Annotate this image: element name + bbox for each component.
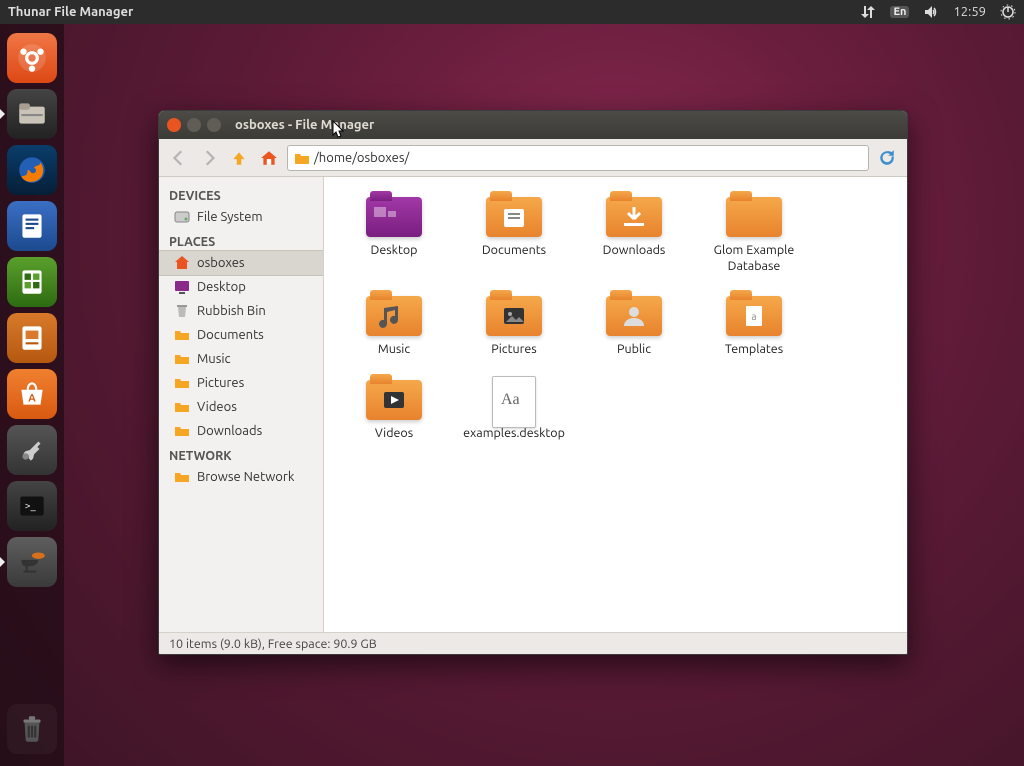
- sidebar-item-label: Videos: [197, 400, 237, 414]
- file-item[interactable]: a Templates: [694, 292, 814, 358]
- sidebar-item-label: Documents: [197, 328, 264, 342]
- launcher-firefox[interactable]: [7, 145, 57, 195]
- sidebar-item-label: osboxes: [197, 256, 245, 270]
- folder-icon: [173, 350, 191, 368]
- file-label: Desktop: [334, 243, 454, 259]
- file-item[interactable]: Downloads: [574, 193, 694, 274]
- file-manager-window: osboxes - File Manager /home/osboxes/ DE…: [158, 110, 908, 655]
- file-item[interactable]: Documents: [454, 193, 574, 274]
- sidebar-item-trash[interactable]: Rubbish Bin: [159, 299, 323, 323]
- sidebar-item-label: Music: [197, 352, 231, 366]
- sidebar-item-label: File System: [197, 210, 263, 224]
- sidebar-item-videos[interactable]: Videos: [159, 395, 323, 419]
- svg-text:A: A: [28, 392, 36, 404]
- sidebar-item-label: Rubbish Bin: [197, 304, 266, 318]
- sidebar-header-devices: DEVICES: [159, 183, 323, 205]
- launcher-anvil-tool[interactable]: [7, 537, 57, 587]
- sidebar-item-label: Downloads: [197, 424, 262, 438]
- folder-icon: [294, 150, 310, 166]
- file-label: examples.desktop: [454, 426, 574, 442]
- launcher-terminal[interactable]: >_: [7, 481, 57, 531]
- network-indicator-icon[interactable]: [860, 4, 876, 20]
- file-item[interactable]: Music: [334, 292, 454, 358]
- sidebar-item-label: Desktop: [197, 280, 246, 294]
- window-titlebar[interactable]: osboxes - File Manager: [159, 111, 907, 139]
- statusbar: 10 items (9.0 kB), Free space: 90.9 GB: [159, 632, 907, 654]
- file-label: Music: [334, 342, 454, 358]
- launcher-files[interactable]: [7, 89, 57, 139]
- sidebar-header-places: PLACES: [159, 229, 323, 251]
- drive-icon: [173, 208, 191, 226]
- sidebar-item-home[interactable]: osboxes: [159, 250, 323, 276]
- sidebar-item-downloads[interactable]: Downloads: [159, 419, 323, 443]
- window-minimize-button[interactable]: [187, 118, 201, 132]
- sidebar-header-network: NETWORK: [159, 443, 323, 465]
- folder-icon: [173, 468, 191, 486]
- file-item[interactable]: Public: [574, 292, 694, 358]
- location-bar[interactable]: /home/osboxes/: [287, 145, 869, 171]
- folder-icon: [173, 326, 191, 344]
- launcher-writer[interactable]: [7, 201, 57, 251]
- file-label: Glom Example Database: [694, 243, 814, 274]
- nav-up-button[interactable]: [227, 146, 251, 170]
- svg-text:>_: >_: [25, 500, 37, 512]
- sidebar: DEVICES File System PLACES osboxes Deskt…: [159, 177, 324, 632]
- launcher-impress[interactable]: [7, 313, 57, 363]
- nav-home-button[interactable]: [257, 146, 281, 170]
- launcher-trash[interactable]: [7, 704, 57, 754]
- file-label: Templates: [694, 342, 814, 358]
- file-view[interactable]: DesktopDocumentsDownloadsGlom Example Da…: [324, 177, 907, 632]
- window-title: osboxes - File Manager: [235, 118, 374, 132]
- home-icon: [173, 254, 191, 272]
- file-item[interactable]: Glom Example Database: [694, 193, 814, 274]
- window-close-button[interactable]: [167, 118, 181, 132]
- folder-icon: [173, 422, 191, 440]
- sidebar-item-filesystem[interactable]: File System: [159, 205, 323, 229]
- clock[interactable]: 12:59: [953, 5, 986, 19]
- sidebar-item-documents[interactable]: Documents: [159, 323, 323, 347]
- svg-text:a: a: [751, 311, 756, 322]
- active-app-title: Thunar File Manager: [8, 5, 133, 19]
- sidebar-item-pictures[interactable]: Pictures: [159, 371, 323, 395]
- sidebar-item-label: Browse Network: [197, 470, 294, 484]
- reload-button[interactable]: [875, 146, 899, 170]
- sidebar-item-desktop[interactable]: Desktop: [159, 275, 323, 299]
- sidebar-item-music[interactable]: Music: [159, 347, 323, 371]
- file-label: Documents: [454, 243, 574, 259]
- folder-icon: [173, 374, 191, 392]
- launcher-software-center[interactable]: A: [7, 369, 57, 419]
- launcher-calc[interactable]: [7, 257, 57, 307]
- file-item[interactable]: Pictures: [454, 292, 574, 358]
- top-menubar: Thunar File Manager En 12:59: [0, 0, 1024, 24]
- sound-indicator-icon[interactable]: [923, 4, 939, 20]
- nav-forward-button[interactable]: [197, 146, 221, 170]
- file-item[interactable]: Aaexamples.desktop: [454, 376, 574, 442]
- file-label: Public: [574, 342, 694, 358]
- file-label: Videos: [334, 426, 454, 442]
- sidebar-item-browse-network[interactable]: Browse Network: [159, 465, 323, 489]
- location-path: /home/osboxes/: [314, 151, 409, 165]
- status-text: 10 items (9.0 kB), Free space: 90.9 GB: [169, 637, 377, 651]
- toolbar: /home/osboxes/: [159, 139, 907, 177]
- file-item[interactable]: Desktop: [334, 193, 454, 274]
- language-indicator[interactable]: En: [890, 6, 909, 18]
- desktop-icon: [173, 278, 191, 296]
- unity-launcher: A >_: [0, 24, 64, 766]
- launcher-dash[interactable]: [7, 33, 57, 83]
- folder-icon: [173, 398, 191, 416]
- file-label: Pictures: [454, 342, 574, 358]
- trash-icon: [173, 302, 191, 320]
- session-indicator-icon[interactable]: [1000, 4, 1016, 20]
- file-item[interactable]: Videos: [334, 376, 454, 442]
- nav-back-button[interactable]: [167, 146, 191, 170]
- launcher-system-settings[interactable]: [7, 425, 57, 475]
- sidebar-item-label: Pictures: [197, 376, 244, 390]
- file-label: Downloads: [574, 243, 694, 259]
- window-maximize-button[interactable]: [207, 118, 221, 132]
